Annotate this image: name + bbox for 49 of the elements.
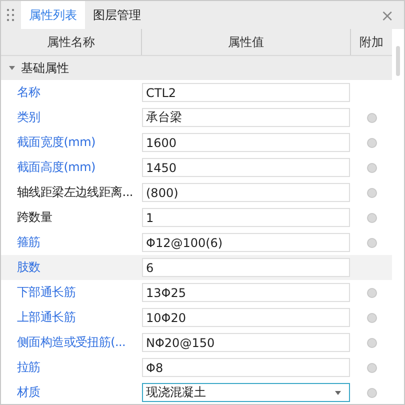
attach-radio[interactable] <box>366 388 376 398</box>
attach-radio[interactable] <box>366 312 376 322</box>
property-name: 侧面构造或受扭筋(... <box>16 334 127 351</box>
caret-icon[interactable] <box>9 66 15 70</box>
property-name: 材质 <box>16 384 42 401</box>
attach-radio[interactable] <box>366 238 376 248</box>
value-field[interactable]: 1600 <box>142 133 350 152</box>
property-name: 肢数 <box>16 259 42 276</box>
attach-radio[interactable] <box>366 162 376 172</box>
column-header: 属性值 <box>142 29 351 55</box>
value-field[interactable]: 承台梁 <box>142 108 350 127</box>
value-dropdown[interactable]: 现浇混凝土 <box>142 383 350 402</box>
attach-radio[interactable] <box>366 188 376 198</box>
column-header: 附加 <box>358 34 384 50</box>
drag-handle-icon[interactable] <box>7 9 15 21</box>
property-name: 下部通长筋 <box>16 284 77 301</box>
tab[interactable]: 属性列表 <box>21 1 85 29</box>
property-name: 轴线距梁左边线距离... <box>16 184 134 201</box>
property-name: 类别 <box>16 109 42 126</box>
property-name: 截面宽度(mm) <box>16 134 96 151</box>
value-field[interactable]: 10Φ20 <box>142 308 350 327</box>
attach-radio[interactable] <box>366 288 376 298</box>
value-field[interactable]: NΦ20@150 <box>142 333 350 352</box>
attach-radio[interactable] <box>366 138 376 148</box>
value-field[interactable]: CTL2 <box>142 83 350 102</box>
property-name: 跨数量 <box>16 209 54 226</box>
property-name: 拉筋 <box>16 359 42 376</box>
group-header[interactable]: 基础属性 <box>1 56 392 80</box>
value-field[interactable]: 1 <box>142 208 350 227</box>
tab[interactable]: 图层管理 <box>85 1 149 29</box>
caret-icon[interactable] <box>335 390 341 394</box>
attach-radio[interactable] <box>366 112 376 122</box>
value-field[interactable]: 1450 <box>142 158 350 177</box>
property-name: 名称 <box>16 84 42 101</box>
value-field[interactable]: 13Φ25 <box>142 283 350 302</box>
column-header: 属性名称 <box>1 29 142 55</box>
value-field[interactable]: (800) <box>142 183 350 202</box>
scrollbar-thumb[interactable] <box>396 46 400 76</box>
value-field[interactable]: 6 <box>142 258 350 277</box>
value-field[interactable]: Φ12@100(6) <box>142 233 350 252</box>
attach-radio[interactable] <box>366 338 376 348</box>
attach-radio[interactable] <box>366 362 376 372</box>
property-name: 上部通长筋 <box>16 309 77 326</box>
group-label: 基础属性 <box>21 60 69 76</box>
value-field[interactable]: Φ8 <box>142 358 350 377</box>
attach-radio[interactable] <box>366 212 376 222</box>
property-name: 箍筋 <box>16 234 42 251</box>
property-row[interactable]: 肢数 6 <box>1 255 392 280</box>
property-name: 截面高度(mm) <box>16 159 96 176</box>
